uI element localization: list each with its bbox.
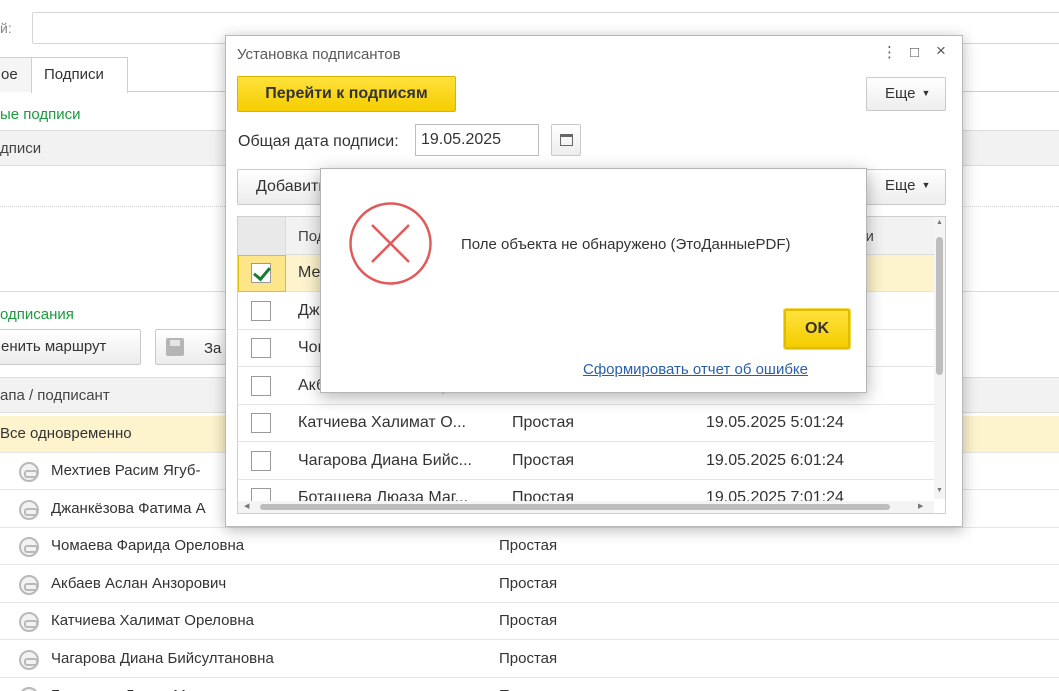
scroll-up-icon[interactable]: ▲ — [936, 219, 943, 226]
column-header-stage-signer: апа / подписант — [0, 387, 110, 404]
vertical-scroll-thumb[interactable] — [936, 237, 943, 375]
dialog-close-icon[interactable]: × — [936, 42, 946, 60]
more-button-label: Еще — [885, 85, 916, 102]
signature-type: Простая — [499, 612, 558, 629]
chevron-down-icon: ▼ — [921, 180, 931, 190]
signer-name: Чомаева Фарида Ореловна — [51, 537, 245, 554]
signer-icon — [19, 499, 39, 520]
signer-icon — [19, 462, 39, 482]
signer-checkbox[interactable] — [251, 450, 271, 471]
more-button-grid-label: Еще — [885, 177, 916, 194]
scroll-right-icon[interactable]: ▶ — [918, 502, 923, 510]
signer-checkbox[interactable] — [251, 375, 271, 396]
signer-icon — [19, 574, 39, 595]
tab-previous[interactable]: ое — [0, 57, 32, 92]
signature-type: Простая — [512, 414, 575, 431]
signer-checkbox[interactable] — [251, 300, 271, 321]
signer-name: Чагарова Диана Бийсултановна — [51, 649, 274, 667]
error-message: Поле объекта не обнаружено (ЭтоДанныеPDF… — [461, 236, 791, 253]
change-route-label: енить маршрут — [1, 338, 107, 355]
signer-icon — [19, 612, 39, 632]
checkbox-column-header — [238, 217, 286, 255]
signer-icon — [19, 687, 39, 691]
calendar-button[interactable] — [551, 124, 581, 156]
signature-type: Простая — [499, 537, 558, 554]
signer-icon — [19, 537, 39, 557]
field-label: й: — [0, 20, 12, 36]
horizontal-scroll-thumb[interactable] — [260, 504, 890, 510]
change-route-button[interactable]: енить маршрут — [0, 329, 141, 365]
more-button[interactable]: Еще ▼ — [866, 77, 946, 111]
signer-icon — [19, 649, 39, 670]
vertical-scrollbar[interactable]: ▲ ▼ — [934, 217, 945, 499]
save-button[interactable]: За — [155, 329, 235, 365]
group-name: Все одновременно — [0, 425, 132, 442]
route-row[interactable]: Чомаева Фарида Ореловна Простая — [0, 528, 1059, 565]
error-icon — [349, 202, 432, 285]
signer-name: Чагарова Диана Бийс... — [298, 451, 472, 469]
signer-name: Джанкёзова Фатима А — [51, 499, 206, 517]
signer-checkbox[interactable] — [251, 338, 271, 358]
section-title-signing: одписания — [0, 306, 74, 323]
dialog-maximize-icon[interactable]: □ — [910, 44, 919, 62]
route-row[interactable]: Катчиева Халимат Ореловна Простая — [0, 603, 1059, 640]
signer-name: Мехтиев Расим Ягуб- — [51, 462, 201, 479]
tab-signatures[interactable]: Подписи — [31, 57, 128, 93]
more-button-grid[interactable]: Еще ▼ — [866, 169, 946, 205]
scroll-down-icon[interactable]: ▼ — [936, 487, 943, 494]
dialog-menu-icon[interactable]: ⋮ — [882, 44, 897, 62]
error-report-link[interactable]: Сформировать отчет об ошибке — [583, 361, 808, 378]
save-disk-icon — [166, 338, 184, 356]
signer-name: Катчиева Халимат О... — [298, 414, 466, 431]
section-title-signatures: ые подписи — [0, 106, 81, 123]
signature-type: Простая — [499, 649, 558, 667]
chevron-down-icon: ▼ — [921, 88, 931, 98]
signer-row[interactable]: Катчиева Халимат О... Простая 19.05.2025 5… — [238, 405, 934, 442]
column-header-signatures: дписи — [0, 140, 42, 157]
signer-row[interactable]: Чагарова Диана Бийс... Простая 19.05.2025 … — [238, 443, 934, 480]
horizontal-scrollbar[interactable]: ◀ ▶ — [238, 501, 934, 513]
route-row[interactable]: Чагарова Диана Бийсултановна Простая — [0, 641, 1059, 678]
signature-date: 19.05.2025 5:01:24 — [706, 414, 844, 431]
signer-name: Катчиева Халимат Ореловна — [51, 612, 255, 629]
signature-type: Простая — [499, 574, 558, 592]
error-popup: Поле объекта не обнаружено (ЭтоДанныеPDF… — [320, 168, 867, 393]
go-to-signatures-button[interactable]: Перейти к подписям — [237, 76, 456, 112]
signature-type: Простая — [499, 687, 557, 691]
save-label: За — [204, 340, 222, 357]
ok-button[interactable]: OK — [783, 308, 851, 350]
signer-name: Боташева Люаза Магометовна — [51, 687, 266, 691]
signer-checkbox[interactable] — [251, 413, 271, 433]
scroll-left-icon[interactable]: ◀ — [244, 502, 249, 510]
signer-checkbox[interactable] — [251, 263, 271, 283]
signature-type: Простая — [512, 451, 575, 469]
route-row[interactable]: Боташева Люаза Магометовна Простая — [0, 678, 1059, 691]
common-date-label: Общая дата подписи: — [238, 133, 399, 150]
route-row[interactable]: Акбаев Аслан Анзорович Простая — [0, 566, 1059, 603]
dialog-title: Установка подписантов — [237, 46, 401, 63]
common-date-input[interactable]: 19.05.2025 — [415, 124, 539, 156]
signer-name: Акбаев Аслан Анзорович — [51, 574, 227, 592]
calendar-icon — [560, 134, 573, 146]
signature-date: 19.05.2025 6:01:24 — [706, 451, 844, 469]
